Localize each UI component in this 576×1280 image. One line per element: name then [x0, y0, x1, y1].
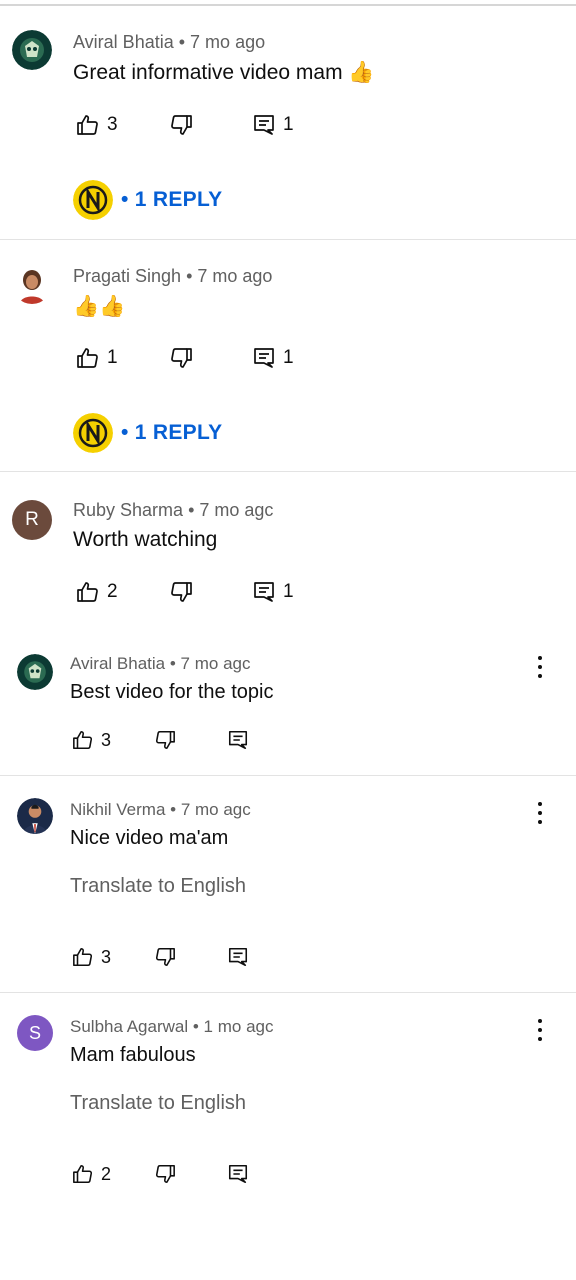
- like-button[interactable]: 3: [72, 946, 111, 968]
- dislike-button[interactable]: [154, 729, 176, 751]
- comment-text: Mam fabulous: [70, 1044, 196, 1066]
- reply-icon: [254, 115, 274, 135]
- translate-link[interactable]: Translate to English: [70, 1092, 246, 1115]
- reply-icon: [254, 582, 274, 602]
- thumbs-down-icon: [155, 947, 175, 967]
- reply-button[interactable]: 1: [252, 580, 294, 604]
- avatar[interactable]: [12, 264, 52, 304]
- reply-icon: [228, 1164, 248, 1184]
- thumbs-up-icon: [73, 730, 93, 750]
- reply-count: 1: [283, 347, 294, 368]
- comment-2: Pragati Singh • 7 mo ago 👍👍 1 1 • 1 REPL…: [0, 240, 576, 472]
- comment-meta: Aviral Bhatia • 7 mo agc: [70, 654, 251, 673]
- dislike-button[interactable]: [154, 1163, 176, 1185]
- like-count: 3: [101, 729, 112, 750]
- dislike-button[interactable]: [169, 346, 193, 370]
- dislike-button[interactable]: [154, 946, 176, 968]
- comment-text: 👍👍: [73, 295, 126, 318]
- thumbs-down-icon: [155, 1164, 175, 1184]
- comment-text: Nice video ma'am: [70, 827, 229, 849]
- creator-avatar: [73, 413, 113, 453]
- view-replies-button[interactable]: • 1 REPLY: [73, 180, 223, 220]
- like-count: 2: [101, 1163, 112, 1184]
- comment-age: 7 mo ago: [190, 32, 266, 52]
- thumbs-down-icon: [171, 115, 192, 135]
- reply-button[interactable]: [227, 729, 249, 751]
- avatar-letter: S: [28, 1022, 41, 1043]
- comment-age: 1 mo agc: [203, 1017, 274, 1036]
- comment-meta: Nikhil Verma • 7 mo agc: [70, 800, 251, 819]
- comment-age: 7 mo agc: [199, 500, 274, 520]
- view-replies-button[interactable]: • 1 REPLY: [73, 413, 223, 453]
- reply-button[interactable]: 1: [252, 113, 294, 137]
- comment-4: Aviral Bhatia • 7 mo agc Best video for …: [0, 632, 576, 775]
- comment-meta: Pragati Singh • 7 mo ago: [73, 266, 273, 286]
- view-replies-link[interactable]: • 1 REPLY: [121, 188, 223, 212]
- creator-avatar: [73, 180, 113, 220]
- reply-button[interactable]: [227, 946, 249, 968]
- more-vert-icon[interactable]: [530, 654, 550, 680]
- avatar[interactable]: R: [12, 500, 52, 540]
- avatar[interactable]: [12, 30, 52, 70]
- comment-meta: Sulbha Agarwal • 1 mo agc: [70, 1017, 274, 1036]
- author-name[interactable]: Nikhil Verma: [70, 800, 165, 819]
- like-count: 1: [107, 347, 118, 368]
- thumbs-up-icon: [77, 582, 98, 602]
- comment-3: R Ruby Sharma • 7 mo agc Worth watching …: [0, 472, 576, 632]
- comment-age: 7 mo ago: [197, 266, 273, 286]
- dislike-button[interactable]: [169, 580, 193, 604]
- thumbs-up-icon: [77, 115, 98, 135]
- comment-meta: Ruby Sharma • 7 mo agc: [73, 500, 274, 520]
- reply-button[interactable]: [227, 1163, 249, 1185]
- author-name[interactable]: Sulbha Agarwal: [70, 1017, 188, 1036]
- dislike-button[interactable]: [169, 113, 193, 137]
- thumbs-up-icon: [73, 1164, 93, 1184]
- avatar[interactable]: S: [17, 1015, 53, 1051]
- avatar-letter: R: [25, 509, 39, 530]
- author-name[interactable]: Pragati Singh: [73, 266, 181, 286]
- comment-age: 7 mo agc: [180, 654, 251, 673]
- reply-icon: [228, 947, 248, 967]
- avatar[interactable]: [17, 798, 53, 834]
- like-button[interactable]: 3: [76, 113, 118, 137]
- thumbs-up-icon: [77, 348, 98, 368]
- thumbs-up-icon: [73, 947, 93, 967]
- author-name[interactable]: Aviral Bhatia: [73, 32, 174, 52]
- author-name[interactable]: Aviral Bhatia: [70, 654, 165, 673]
- view-replies-link[interactable]: • 1 REPLY: [121, 421, 223, 445]
- comment-6: S Sulbha Agarwal • 1 mo agc Mam fabulous…: [0, 993, 576, 1213]
- more-vert-icon[interactable]: [530, 1017, 550, 1043]
- comment-1: Aviral Bhatia • 7 mo ago Great informati…: [0, 0, 576, 240]
- thumbs-down-icon: [171, 582, 192, 602]
- reply-count: 1: [283, 581, 294, 602]
- like-count: 2: [107, 581, 118, 602]
- reply-button[interactable]: 1: [252, 346, 294, 370]
- comment-5: Nikhil Verma • 7 mo agc Nice video ma'am…: [0, 776, 576, 992]
- comment-meta: Aviral Bhatia • 7 mo ago: [73, 32, 266, 52]
- more-vert-icon[interactable]: [530, 800, 550, 826]
- like-button[interactable]: 3: [72, 729, 111, 751]
- comment-text: Worth watching: [73, 528, 218, 551]
- reply-icon: [254, 348, 274, 368]
- comment-age: 7 mo agc: [180, 800, 251, 819]
- translate-link[interactable]: Translate to English: [70, 875, 246, 898]
- comment-text: Great informative video mam 👍: [73, 61, 375, 84]
- like-count: 3: [101, 946, 112, 967]
- like-count: 3: [107, 114, 118, 135]
- reply-count: 1: [283, 114, 294, 135]
- like-button[interactable]: 2: [76, 580, 118, 604]
- avatar[interactable]: [17, 654, 53, 690]
- reply-icon: [228, 730, 248, 750]
- author-name[interactable]: Ruby Sharma: [73, 500, 183, 520]
- thumbs-down-icon: [171, 348, 192, 368]
- thumbs-down-icon: [155, 730, 175, 750]
- comment-text: Best video for the topic: [70, 681, 274, 703]
- like-button[interactable]: 2: [72, 1163, 111, 1185]
- like-button[interactable]: 1: [76, 346, 118, 370]
